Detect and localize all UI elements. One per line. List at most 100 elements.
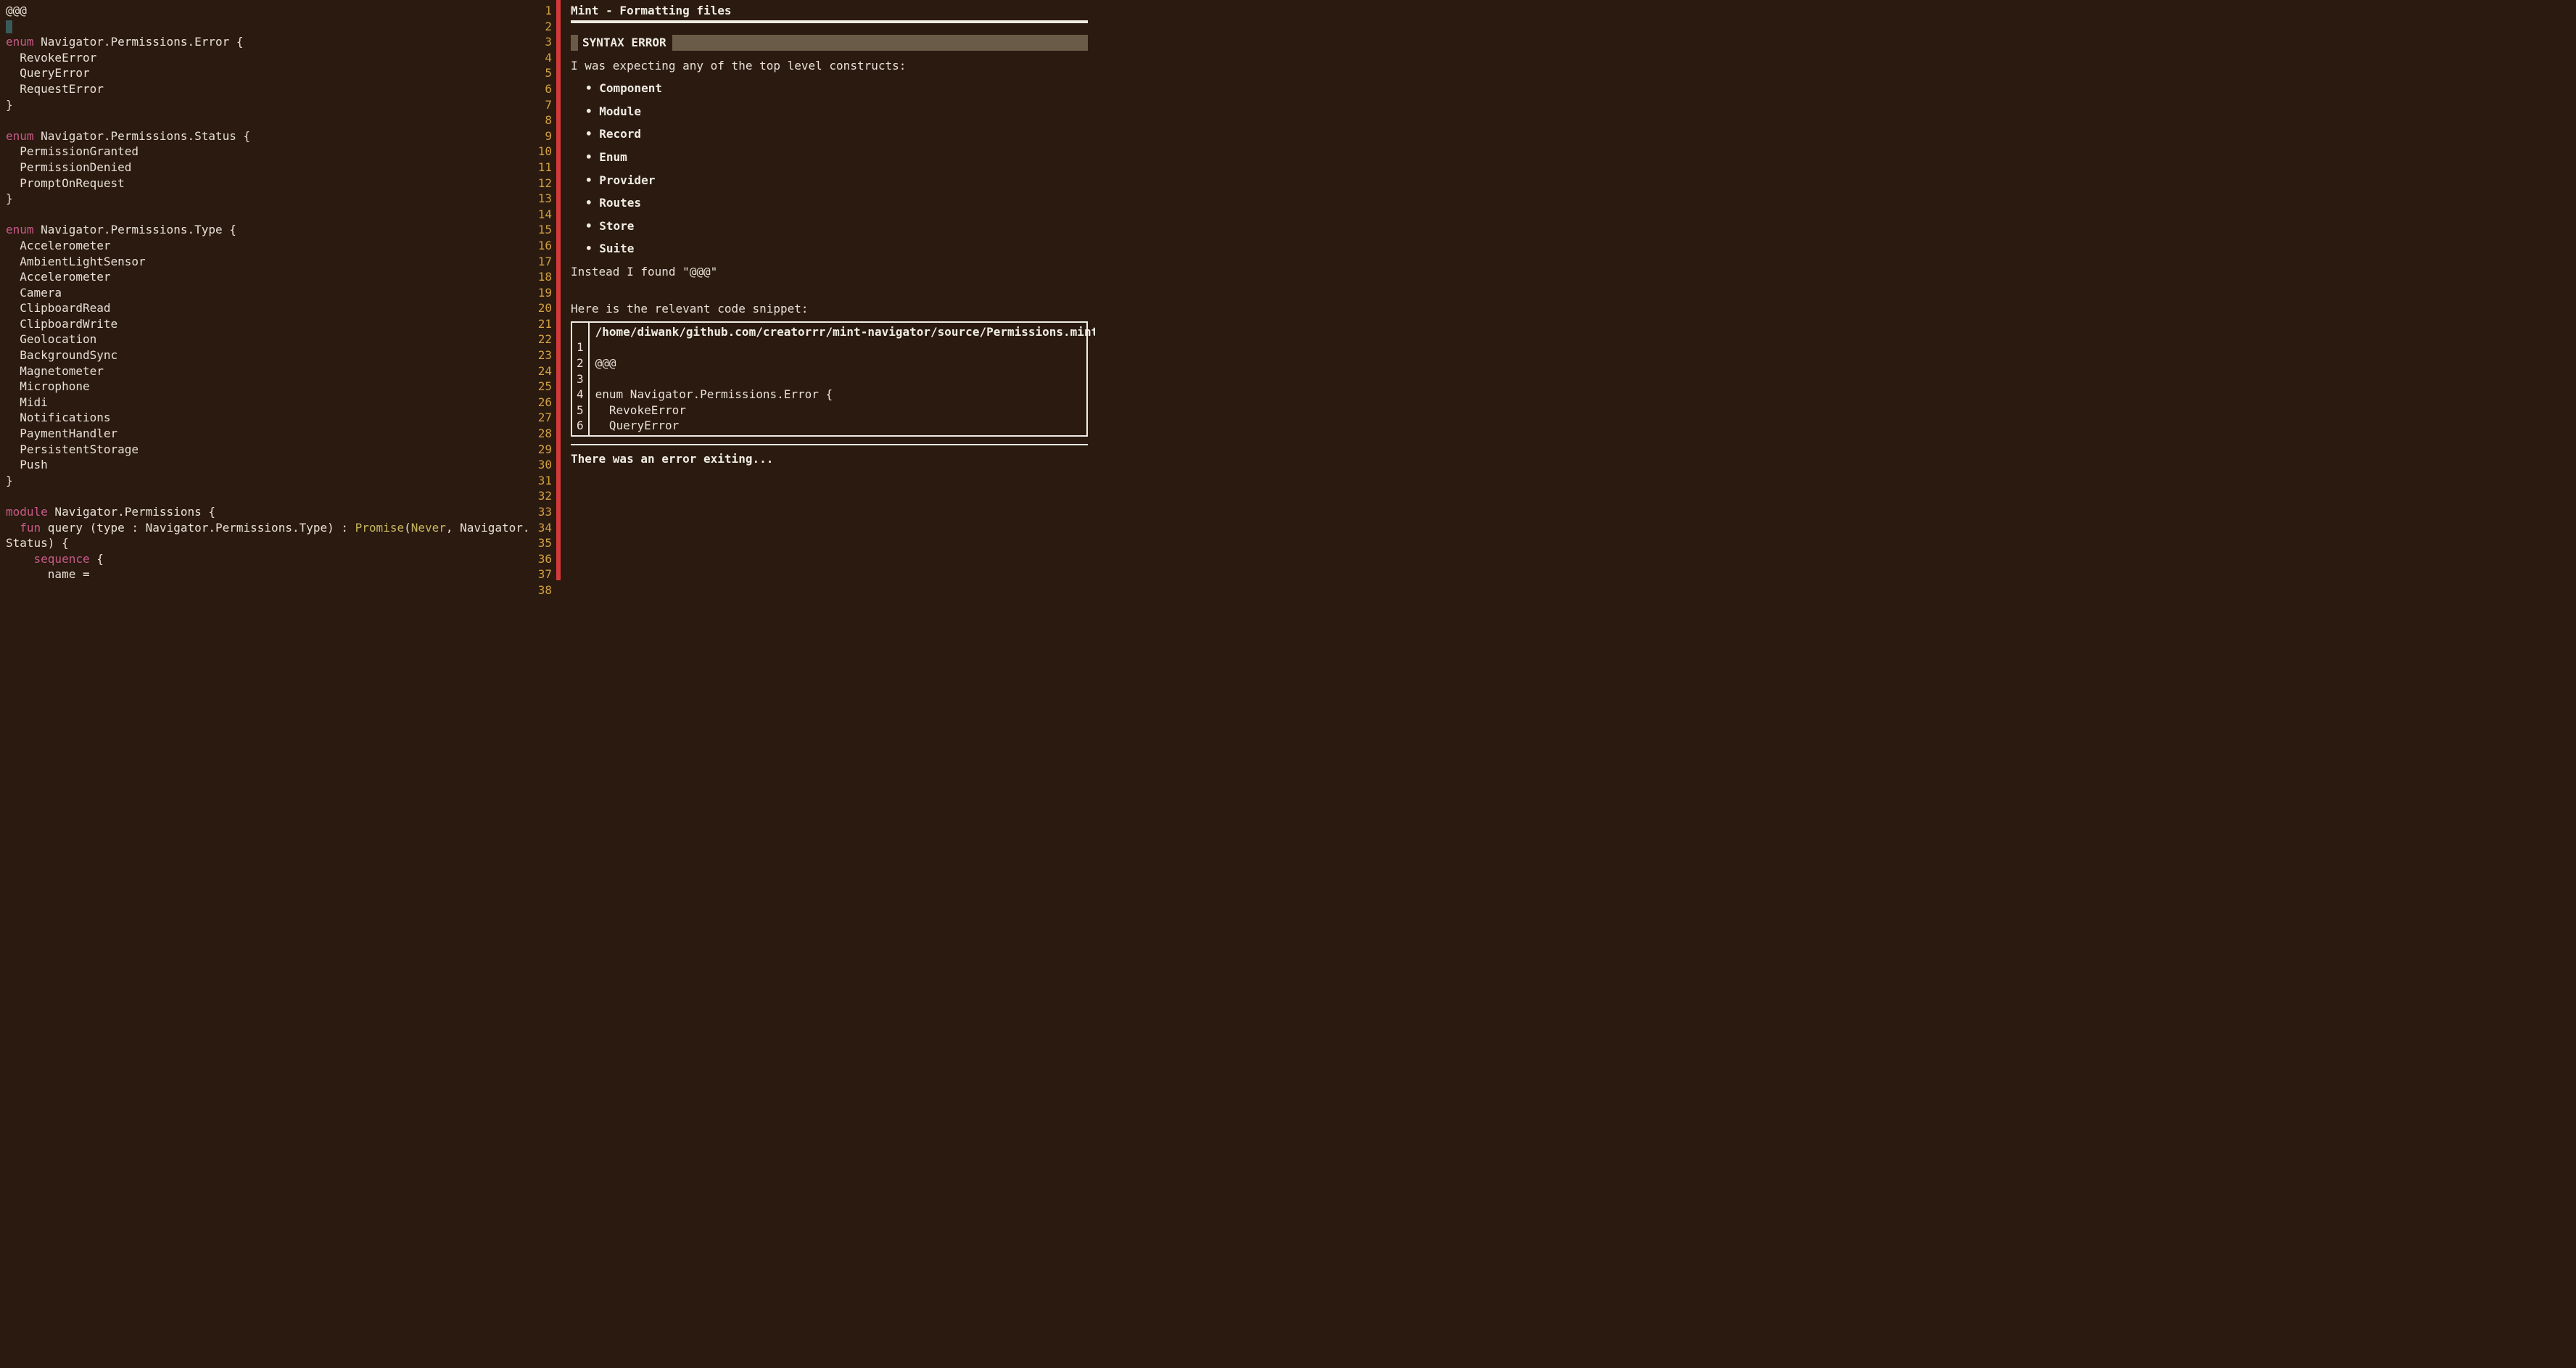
token: Accelerometer (6, 239, 111, 252)
code-line[interactable] (6, 112, 529, 128)
line-number: 15 (529, 222, 552, 238)
code-line[interactable]: ClipboardWrite (6, 316, 529, 332)
code-line[interactable]: RequestError (6, 81, 529, 97)
code-line[interactable] (6, 207, 529, 223)
code-line[interactable]: Magnetometer (6, 363, 529, 379)
code-line[interactable]: PersistentStorage (6, 442, 529, 458)
token: enum (6, 223, 34, 236)
line-number: 18 (529, 269, 552, 285)
code-line[interactable]: RevokeError (6, 50, 529, 66)
token: Status) { (6, 536, 69, 550)
line-number: 22 (529, 331, 552, 347)
code-line[interactable]: name = (6, 566, 529, 580)
token: enum (6, 35, 34, 49)
code-line[interactable]: Notifications (6, 410, 529, 426)
code-line[interactable]: Accelerometer (6, 269, 529, 285)
code-line[interactable]: Geolocation (6, 331, 529, 347)
code-line[interactable]: enum Navigator.Permissions.Type { (6, 222, 529, 238)
code-line[interactable]: enum Navigator.Permissions.Status { (6, 128, 529, 144)
snippet-box: 123456 /home/diwank/github.com/creatorrr… (571, 321, 1088, 437)
workspace: @@@ enum Navigator.Permissions.Error { Re… (0, 0, 1095, 580)
code-line[interactable]: sequence { (6, 551, 529, 567)
output-pane[interactable]: Mint - Formatting files SYNTAX ERROR I w… (561, 0, 1095, 580)
section-fill (672, 35, 1088, 51)
code-line[interactable]: Status) { (6, 535, 529, 551)
snippet-code: /home/diwank/github.com/creatorrr/mint-n… (590, 323, 1095, 435)
token: PaymentHandler (6, 427, 117, 440)
instead-message: Instead I found "@@@" (571, 264, 1088, 280)
code-line[interactable]: Push (6, 457, 529, 473)
token: PersistentStorage (6, 442, 139, 456)
code-column[interactable]: @@@ enum Navigator.Permissions.Error { Re… (0, 0, 529, 580)
token: @@@ (6, 4, 27, 17)
line-number: 7 (529, 97, 552, 113)
token: BackgroundSync (6, 348, 117, 362)
token: sequence (34, 552, 90, 566)
token: { (90, 552, 104, 566)
code-line[interactable]: } (6, 97, 529, 113)
line-number: 16 (529, 238, 552, 254)
line-number: 30 (529, 457, 552, 473)
construct-list: ComponentModuleRecordEnumProviderRoutesS… (585, 81, 1088, 257)
line-number: 24 (529, 363, 552, 379)
line-number: 28 (529, 426, 552, 442)
token (6, 552, 34, 566)
code-line[interactable]: Accelerometer (6, 238, 529, 254)
code-line[interactable]: QueryError (6, 65, 529, 81)
construct-item: Store (585, 218, 1088, 234)
token: ClipboardWrite (6, 317, 117, 331)
token: PermissionDenied (6, 160, 131, 174)
line-number: 17 (529, 254, 552, 270)
snippet-line-number: 6 (577, 418, 584, 434)
construct-item: Suite (585, 241, 1088, 257)
code-line[interactable] (6, 488, 529, 504)
code-line[interactable]: module Navigator.Permissions { (6, 504, 529, 520)
line-number: 20 (529, 300, 552, 316)
code-line[interactable]: Microphone (6, 379, 529, 395)
token: enum (6, 129, 34, 143)
code-line[interactable]: PermissionDenied (6, 160, 529, 176)
token: ( (404, 521, 411, 535)
code-line[interactable]: fun query (type : Navigator.Permissions.… (6, 520, 529, 536)
code-line[interactable]: PaymentHandler (6, 426, 529, 442)
token: RevokeError (6, 51, 96, 65)
token: } (6, 191, 13, 205)
token: name = (6, 567, 90, 580)
token: Notifications (6, 411, 111, 424)
token: QueryError (6, 66, 90, 80)
code-line[interactable]: } (6, 191, 529, 207)
line-number: 29 (529, 442, 552, 458)
line-number: 33 (529, 504, 552, 520)
token: Navigator.Permissions.Status { (34, 129, 251, 143)
token: Midi (6, 395, 48, 409)
code-line[interactable]: Camera (6, 285, 529, 301)
construct-item: Record (585, 126, 1088, 142)
code-line[interactable]: @@@ (6, 3, 529, 19)
code-line[interactable]: AmbientLightSensor (6, 254, 529, 270)
output-title: Mint - Formatting files (571, 3, 1088, 19)
code-line[interactable]: BackgroundSync (6, 347, 529, 363)
code-line[interactable]: ClipboardRead (6, 300, 529, 316)
line-number: 13 (529, 191, 552, 207)
token (6, 521, 20, 535)
line-number: 8 (529, 112, 552, 128)
expecting-message: I was expecting any of the top level con… (571, 58, 1088, 74)
code-line[interactable]: PermissionGranted (6, 144, 529, 160)
code-line[interactable]: Midi (6, 395, 529, 411)
code-line[interactable]: enum Navigator.Permissions.Error { (6, 34, 529, 50)
token: AmbientLightSensor (6, 255, 146, 268)
code-line[interactable]: PromptOnRequest (6, 176, 529, 191)
code-line[interactable] (6, 19, 529, 35)
code-line[interactable]: } (6, 473, 529, 489)
token: query (type : Navigator.Permissions.Type… (41, 521, 355, 535)
line-number: 36 (529, 551, 552, 567)
token: Magnetometer (6, 364, 104, 378)
token: Navigator.Permissions.Type { (34, 223, 236, 236)
rule (571, 444, 1088, 445)
editor-pane[interactable]: @@@ enum Navigator.Permissions.Error { Re… (0, 0, 556, 580)
snippet-line: RevokeError (595, 403, 1095, 419)
line-number: 6 (529, 81, 552, 97)
error-section-header: SYNTAX ERROR (571, 35, 1088, 51)
token: Never (411, 521, 446, 535)
token: Accelerometer (6, 270, 111, 284)
